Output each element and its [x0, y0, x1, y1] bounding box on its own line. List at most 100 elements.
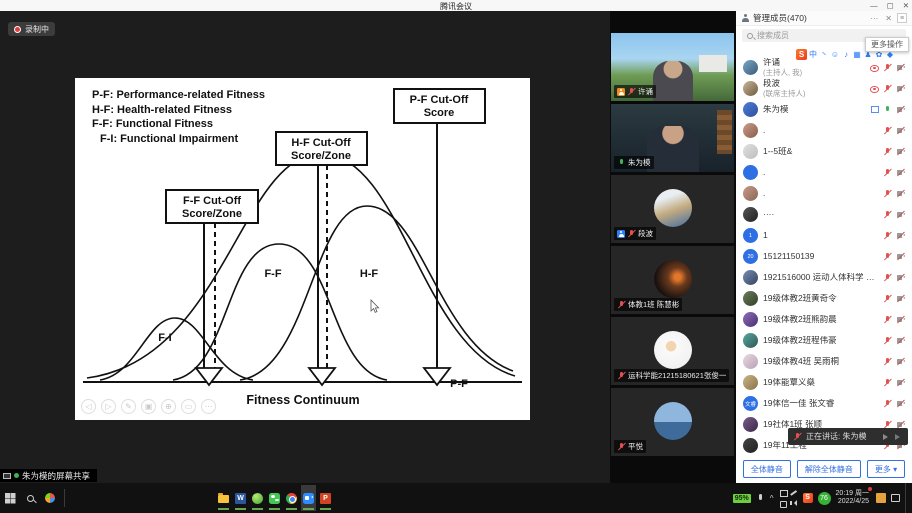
mic-muted-icon[interactable]	[883, 126, 892, 135]
camera-off-icon[interactable]	[896, 63, 905, 72]
more-button[interactable]: 更多 ▾	[867, 460, 905, 478]
battery-indicator[interactable]: 95%	[733, 494, 751, 503]
mic-muted-icon[interactable]	[883, 294, 892, 303]
mic-muted-icon[interactable]	[883, 399, 892, 408]
task-view-button[interactable]	[40, 483, 60, 513]
camera-off-icon[interactable]	[896, 210, 905, 219]
camera-off-icon[interactable]	[896, 315, 905, 324]
tray-volume-icon[interactable]	[789, 499, 798, 508]
camera-off-icon[interactable]	[896, 294, 905, 303]
participant-row[interactable]: 段波 (联席主持人)	[736, 78, 912, 99]
watching-icon[interactable]	[870, 63, 879, 72]
camera-off-icon[interactable]	[896, 126, 905, 135]
video-tile[interactable]: 运科学能21215180621张俊一	[611, 317, 734, 385]
mute-all-button[interactable]: 全体静音	[743, 460, 791, 478]
taskbar-app-chrome[interactable]	[284, 485, 299, 511]
panel-close-button[interactable]: ✕	[883, 14, 894, 23]
camera-off-icon[interactable]	[896, 147, 905, 156]
video-tile[interactable]: 许诵	[611, 33, 734, 101]
soft-keyboard-icon[interactable]: ▦	[852, 50, 862, 59]
participant-row[interactable]: .	[736, 120, 912, 141]
taskbar-clock[interactable]: 20:19 周一 2022/4/25	[836, 490, 871, 507]
camera-off-icon[interactable]	[896, 357, 905, 366]
mic-muted-icon[interactable]	[883, 378, 892, 387]
tray-mic-icon[interactable]	[756, 494, 765, 503]
show-desktop-button[interactable]	[905, 483, 909, 513]
close-button[interactable]: ✕	[903, 1, 909, 10]
annotate-button[interactable]: ✎	[121, 399, 136, 414]
mic-muted-icon[interactable]	[883, 273, 892, 282]
mic-muted-icon[interactable]	[883, 168, 892, 177]
participant-row[interactable]: 19体能覃义燊	[736, 372, 912, 393]
camera-off-icon[interactable]	[896, 231, 905, 240]
screen-button[interactable]: ▭	[181, 399, 196, 414]
tray-notification-icon[interactable]	[876, 493, 886, 503]
voice-input-icon[interactable]: ♪	[841, 50, 851, 59]
camera-off-icon[interactable]	[896, 168, 905, 177]
more-button[interactable]: ⋯	[201, 399, 216, 414]
participant-row[interactable]: 20 15121150139	[736, 246, 912, 267]
participant-row[interactable]: ····	[736, 204, 912, 225]
camera-off-icon[interactable]	[896, 399, 905, 408]
tray-app-icon[interactable]	[779, 489, 788, 498]
watching-icon[interactable]	[870, 84, 879, 93]
participant-row[interactable]: 19级体教2班熊韵晨	[736, 309, 912, 330]
minimize-button[interactable]: —	[870, 1, 878, 10]
taskbar-app-app-green[interactable]	[250, 485, 265, 511]
participant-row[interactable]: .	[736, 183, 912, 204]
mic-muted-icon[interactable]	[883, 252, 892, 261]
participant-row[interactable]: 19级体教2班黄奇令	[736, 288, 912, 309]
taskbar-app-wechat[interactable]	[267, 485, 282, 511]
mic-muted-icon[interactable]	[883, 357, 892, 366]
next-page-button[interactable]: ▷	[101, 399, 116, 414]
video-tile[interactable]: 平悦	[611, 388, 734, 456]
tray-icon-cluster[interactable]	[779, 489, 798, 508]
input-mode-chinese-icon[interactable]: 中	[808, 49, 818, 60]
screen-share-icon[interactable]	[870, 105, 879, 114]
taskbar-app-word[interactable]: W	[233, 485, 248, 511]
mic-muted-icon[interactable]	[883, 147, 892, 156]
magnifier-button[interactable]: ⊕	[161, 399, 176, 414]
action-center-icon[interactable]	[891, 494, 900, 502]
tray-expand-chevron[interactable]: ^	[770, 494, 774, 503]
prev-page-button[interactable]: ◁	[81, 399, 96, 414]
participant-row[interactable]: .	[736, 162, 912, 183]
member-list[interactable]: 许诵 (主持人, 我) 段波 (联席主持人) 朱为模 . 1--5班&	[736, 57, 912, 459]
camera-off-icon[interactable]	[896, 378, 905, 387]
camera-off-icon[interactable]	[896, 336, 905, 345]
participant-row[interactable]: 文睿 19体信一佳 张文睿	[736, 393, 912, 414]
mic-muted-icon[interactable]	[883, 84, 892, 93]
video-tile[interactable]: 体教1班 陈慧彬	[611, 246, 734, 314]
camera-off-icon[interactable]	[896, 252, 905, 261]
mic-muted-icon[interactable]	[883, 63, 892, 72]
start-button[interactable]	[0, 483, 20, 513]
camera-off-icon[interactable]	[896, 84, 905, 93]
mic-muted-icon[interactable]	[883, 189, 892, 198]
participant-row[interactable]: 19级体教4班 吴雨桐	[736, 351, 912, 372]
participant-row[interactable]: 1921516000 运动人体科学 马仁杰	[736, 267, 912, 288]
camera-off-icon[interactable]	[896, 105, 905, 114]
mic-on-icon[interactable]	[883, 105, 892, 114]
maximize-button[interactable]: ▢	[887, 1, 894, 10]
taskbar-search-button[interactable]	[20, 483, 40, 513]
video-tile[interactable]: 段波	[611, 175, 734, 243]
mic-muted-icon[interactable]	[883, 336, 892, 345]
taskbar-app-powerpoint[interactable]: P	[318, 485, 333, 511]
copy-button[interactable]: ▣	[141, 399, 156, 414]
participant-row[interactable]: 1--5班&	[736, 141, 912, 162]
mic-muted-icon[interactable]	[883, 231, 892, 240]
mic-muted-icon[interactable]	[883, 210, 892, 219]
tray-usb-icon[interactable]	[779, 499, 788, 508]
mic-muted-icon[interactable]	[883, 315, 892, 324]
punctuation-icon[interactable]: 丶	[819, 49, 829, 60]
panel-menu-button[interactable]: ≡	[897, 13, 907, 23]
emoji-icon[interactable]: ☺	[830, 50, 840, 59]
participant-row[interactable]: 朱为模	[736, 99, 912, 120]
unmute-all-button[interactable]: 解除全体静音	[797, 460, 861, 478]
video-tile[interactable]: 朱为模	[611, 104, 734, 172]
tray-pen-icon[interactable]	[789, 489, 798, 498]
participant-row[interactable]: 1 1	[736, 225, 912, 246]
taskbar-app-file-explorer[interactable]	[216, 485, 231, 511]
sogou-logo-icon[interactable]: S	[796, 49, 807, 60]
camera-off-icon[interactable]	[896, 273, 905, 282]
